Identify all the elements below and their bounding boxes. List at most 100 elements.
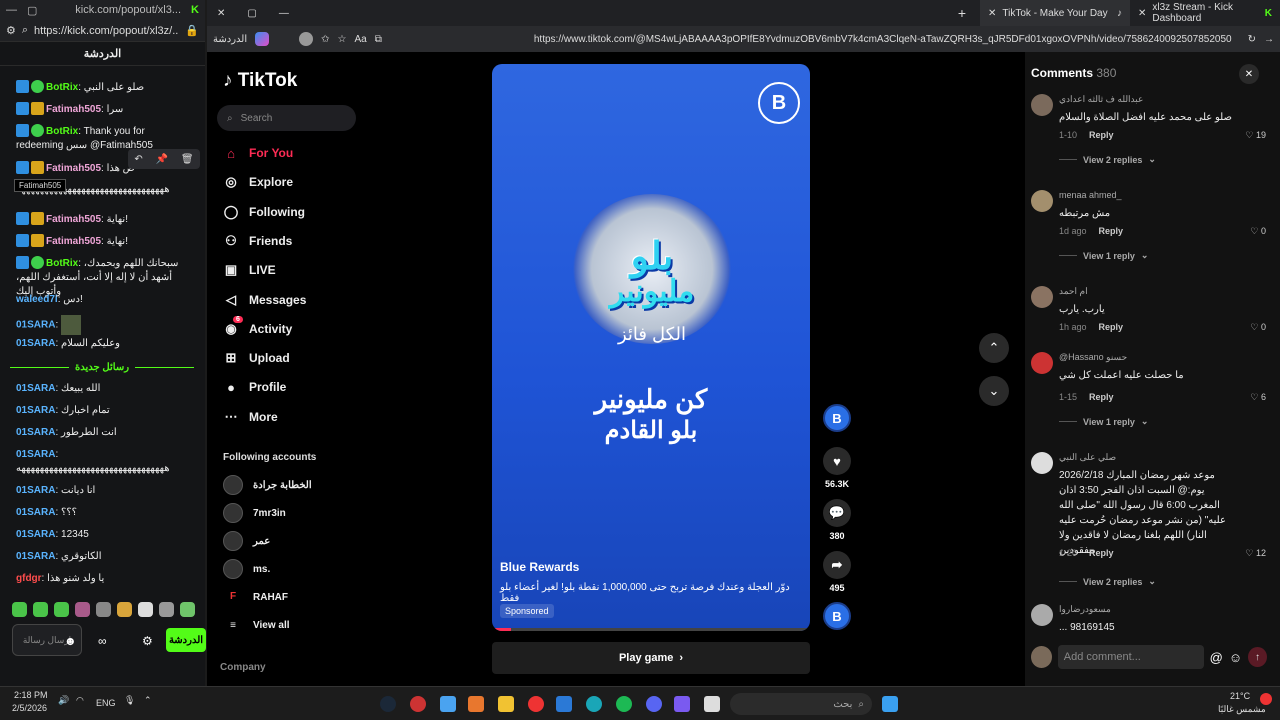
chrome-icon[interactable] [528, 696, 544, 712]
copilot-icon[interactable] [255, 32, 270, 46]
windows-start-icon[interactable] [882, 696, 898, 712]
chat-username[interactable]: 01SARA [16, 551, 55, 562]
comment-author[interactable]: عبدالله ف ثالثه اعدادي [1059, 94, 1143, 105]
chat-username[interactable]: Fatimah505 [46, 236, 101, 247]
taskbar-time[interactable]: 2:18 PM [14, 690, 48, 700]
company-link[interactable]: Company [220, 662, 266, 673]
discord-icon[interactable] [646, 696, 662, 712]
nav-live[interactable]: ▣ LIVE [223, 262, 276, 278]
nav-activity[interactable]: ◉ 6 Activity [223, 315, 292, 337]
tab-tiktok[interactable]: ✕ TikTok - Make Your Day ♪ [980, 0, 1130, 26]
chat-username[interactable]: Fatimah505 [46, 104, 101, 115]
nav-following[interactable]: ◯ Following [223, 204, 305, 220]
view-replies-button[interactable]: View 1 reply ⌄ [1059, 250, 1148, 261]
emote-icon[interactable] [96, 602, 111, 617]
close-tab-icon[interactable]: ✕ [988, 8, 996, 19]
refresh-icon[interactable]: ↻ [1248, 34, 1256, 45]
kick-url[interactable]: https://kick.com/popout/xl3z/... [34, 25, 179, 37]
pin-icon[interactable]: 📌 [156, 154, 168, 165]
store-icon[interactable] [556, 696, 572, 712]
nav-profile[interactable]: ● Profile [223, 379, 286, 395]
previous-video-button[interactable]: ⌃ [979, 333, 1009, 363]
comment-avatar[interactable] [1031, 452, 1053, 474]
following-account[interactable]: F RAHAF [223, 587, 288, 607]
favorites-icon[interactable]: ✩ [321, 34, 329, 45]
network-icon[interactable]: ◠ [76, 695, 84, 706]
chat-username[interactable]: 01SARA [16, 427, 55, 438]
star-icon[interactable]: ☆ [338, 34, 347, 45]
chat-username[interactable]: 01SARA [16, 449, 55, 460]
chat-message[interactable]: 01SARA: 12345 [16, 528, 194, 542]
chat-message[interactable]: BotRix: صلو على النبي [16, 80, 194, 95]
nav-upload[interactable]: ⊞ Upload [223, 350, 290, 366]
url-field[interactable]: https://www.tiktok.com/@MS4wLjABAAAA3pOP… [390, 34, 1240, 45]
search-input[interactable]: ⌕ Search [217, 105, 356, 131]
tab-kick-dashboard[interactable]: ✕ xl3z Stream - Kick Dashboard K [1130, 0, 1280, 26]
comment-avatar[interactable] [1031, 604, 1053, 626]
chat-message[interactable]: 01SARA: ؟؟؟ [16, 506, 194, 520]
app-icon[interactable] [468, 696, 484, 712]
video-progress[interactable] [492, 628, 810, 631]
weather-icon[interactable] [1260, 693, 1272, 705]
reply-button[interactable]: Reply [1089, 392, 1114, 402]
chat-username[interactable]: BotRix [46, 126, 78, 137]
speaker-icon[interactable]: 🔊 [58, 695, 69, 706]
emote-icon[interactable] [75, 602, 90, 617]
comment-avatar[interactable] [1031, 94, 1053, 116]
comment-like-button[interactable]: ♡ 0 [1250, 226, 1266, 237]
settings-icon[interactable]: ⚙ [6, 24, 16, 37]
chat-username[interactable]: Fatimah505 [46, 163, 101, 174]
comment-author[interactable]: @Hassano حسنو [1059, 352, 1127, 363]
edge-icon[interactable] [586, 696, 602, 712]
nav-friends[interactable]: ⚇ Friends [223, 233, 292, 249]
chat-message[interactable]: 01SARA: الله يبيعك [16, 382, 194, 396]
emote-icon[interactable] [159, 602, 174, 617]
chat-username[interactable]: 01SARA [16, 529, 55, 540]
avatar-icon[interactable] [299, 32, 314, 46]
weather-temp[interactable]: 21°C [1230, 691, 1250, 701]
minimize-icon[interactable]: — [279, 8, 289, 19]
comment-author[interactable]: menaa ahmed_ [1059, 190, 1122, 200]
following-account[interactable]: عمر [223, 531, 270, 551]
reply-button[interactable]: Reply [1099, 322, 1124, 332]
comment-avatar[interactable] [1031, 190, 1053, 212]
app-icon[interactable] [440, 696, 456, 712]
chat-message[interactable]: 01SARA: وعليكم السلام [16, 337, 194, 351]
comment-avatar[interactable] [1031, 286, 1053, 308]
emoji-icon[interactable]: ☻ [64, 634, 77, 648]
mic-icon[interactable]: 🎙 [124, 695, 135, 706]
close-window-icon[interactable]: ✕ [217, 8, 225, 19]
chat-message[interactable]: 01SARA: تمام اخبارك [16, 404, 194, 418]
reply-button[interactable]: Reply [1099, 226, 1124, 236]
infinity-icon[interactable]: ∞ [98, 634, 107, 648]
taskbar-date[interactable]: 2/5/2026 [12, 703, 47, 713]
chat-username[interactable]: BotRix [46, 258, 78, 269]
video-account-name[interactable]: Blue Rewards [500, 560, 579, 574]
chat-username[interactable]: 01SARA [16, 338, 55, 349]
emote-icon[interactable] [33, 602, 48, 617]
music-disc[interactable]: B [823, 602, 851, 634]
following-account[interactable]: 7mr3in [223, 503, 286, 523]
emote-icon[interactable] [138, 602, 153, 617]
chat-message[interactable]: 01SARA: الكاتوقري [16, 550, 194, 564]
chat-username[interactable]: 01SARA [16, 320, 55, 331]
chat-username[interactable]: 01SARA [16, 405, 55, 416]
like-button[interactable]: ♥ 56.3K [823, 447, 851, 489]
creator-avatar[interactable]: B [823, 404, 851, 436]
chevron-up-icon[interactable]: ⌃ [144, 695, 152, 706]
app-icon[interactable] [410, 696, 426, 712]
nav-more[interactable]: ⋯ More [223, 409, 278, 425]
chat-message[interactable]: Fatimah505: نهاية! [16, 212, 194, 227]
file-explorer-icon[interactable] [498, 696, 514, 712]
collections-icon[interactable]: ⧉ [375, 34, 382, 45]
comment-like-button[interactable]: ♡ 19 [1245, 130, 1266, 141]
chat-message[interactable]: Fatimah505: سرا [16, 102, 194, 117]
tiktok-logo[interactable]: ♪ TikTok [223, 70, 297, 92]
chat-username[interactable]: gfdgr [16, 573, 42, 584]
reply-icon[interactable]: ↶ [134, 154, 142, 165]
nav-explore[interactable]: ◎ Explore [223, 174, 293, 190]
emoji-icon[interactable]: ☺ [1229, 650, 1242, 665]
emote-icon[interactable] [180, 602, 195, 617]
reply-button[interactable]: Reply [1089, 548, 1114, 558]
app-icon[interactable] [704, 696, 720, 712]
